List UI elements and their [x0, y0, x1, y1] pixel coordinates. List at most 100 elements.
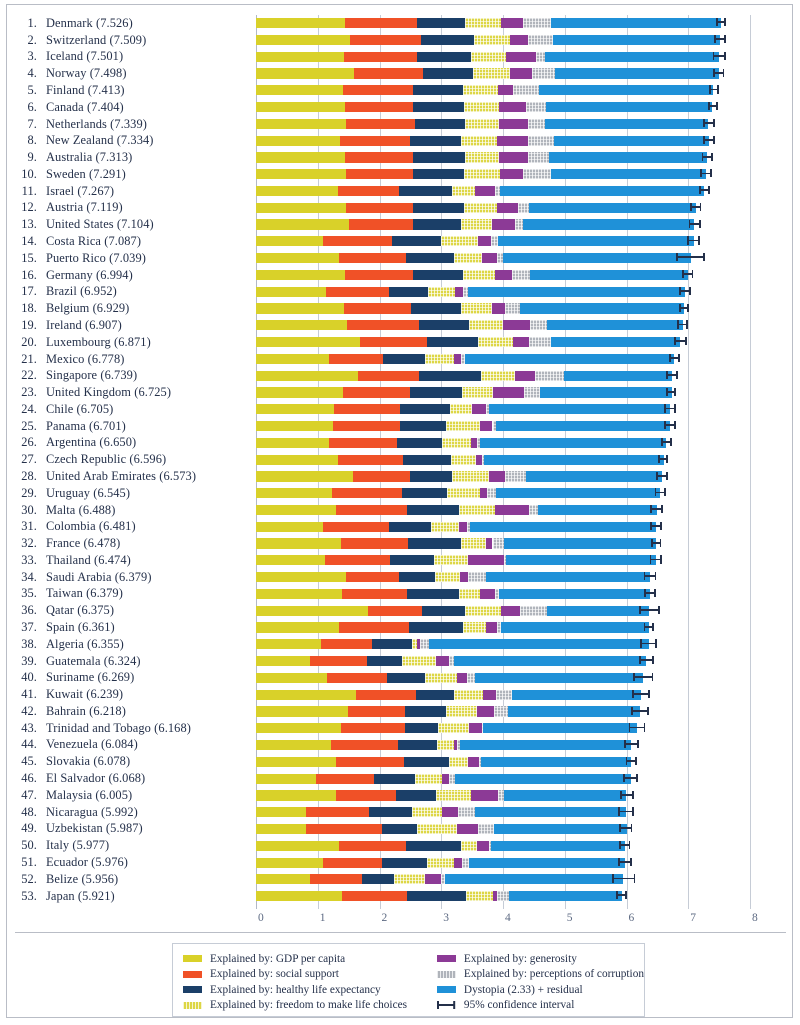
confidence-interval-cap-low — [639, 656, 641, 665]
legend-item: Explained by: freedom to make life choic… — [183, 998, 427, 1014]
confidence-interval-cap-high — [678, 353, 680, 363]
country-label-row: 51. Ecuador (5.976) — [7, 854, 256, 871]
confidence-interval-cap-high — [663, 488, 666, 497]
bar-segment-freedom — [464, 202, 498, 213]
confidence-interval-cap-high — [661, 505, 664, 514]
country-label-row: 53. Japan (5.921) — [7, 888, 256, 905]
bar-segment-gdp — [256, 118, 347, 129]
bar-segment-generosity — [460, 572, 469, 583]
bar-segment-generosity — [456, 672, 467, 683]
country-label-row: 23. United Kingdom (6.725) — [7, 384, 256, 401]
bar-segment-generosity — [425, 874, 441, 885]
bar-row — [256, 687, 750, 704]
bar-segment-freedom — [472, 68, 510, 79]
confidence-interval-cap-low — [676, 253, 679, 262]
country-label-row: 12. Austria (7.119) — [7, 200, 256, 217]
bar-segment-social — [333, 420, 401, 432]
country-label-row: 41. Kuwait (6.239) — [7, 686, 256, 703]
bar-segment-social — [345, 202, 413, 213]
bar-segment-gdp — [256, 101, 345, 113]
bar-segment-freedom — [461, 135, 497, 146]
bar-row — [256, 636, 750, 653]
bar-segment-dystopia — [500, 622, 649, 633]
confidence-interval-cap-low — [658, 454, 661, 463]
bar-segment-freedom — [435, 572, 461, 583]
confidence-interval-line — [640, 609, 660, 611]
country-name-and-score: Ecuador (5.976) — [46, 854, 129, 869]
country-name-and-score: Nicaragua (5.992) — [46, 804, 138, 819]
bar-segment-social — [339, 840, 407, 851]
country-label-row: 45. Slovakia (6.078) — [7, 753, 256, 770]
bar-segment-dystopia — [526, 471, 662, 482]
bar-row — [256, 804, 750, 821]
bar-segment-generosity — [499, 101, 526, 113]
country-name-and-score: Slovakia (6.078) — [46, 754, 131, 769]
bar-row — [256, 771, 750, 788]
bar-row — [256, 569, 750, 586]
bar-segment-freedom — [447, 488, 480, 499]
bar-segment-generosity — [489, 471, 506, 482]
country-rank: 53. — [21, 888, 37, 903]
bar-segment-gdp — [256, 68, 354, 79]
confidence-interval-cap-high — [654, 572, 657, 581]
bar-segment-health — [405, 706, 446, 717]
bar-segment-corruption — [457, 807, 476, 818]
bar-segment-health — [406, 840, 461, 851]
bar-segment-dystopia — [444, 874, 624, 885]
bar-segment-social — [306, 807, 369, 818]
bar-segment-dystopia — [508, 891, 622, 902]
confidence-interval-cap-high — [636, 773, 638, 782]
bar-segment-freedom — [461, 219, 492, 230]
bar-segment-health — [382, 353, 426, 364]
bar-segment-dystopia — [544, 118, 708, 129]
country-name-and-score: Taiwan (6.379) — [46, 586, 123, 601]
bar-segment-gdp — [256, 538, 342, 549]
bar-segment-health — [406, 588, 459, 600]
bar-segment-social — [352, 471, 410, 482]
country-name-and-score: United States (7.104) — [46, 217, 154, 232]
country-rank: 29. — [21, 485, 37, 500]
bar-segment-freedom — [427, 286, 455, 297]
bar-segment-social — [341, 588, 407, 600]
country-rank: 50. — [21, 838, 37, 853]
country-name-and-score: Italy (5.977) — [46, 838, 110, 853]
bar-segment-social — [347, 320, 419, 331]
bar-segment-corruption — [491, 236, 499, 247]
bar-segment-health — [372, 639, 412, 650]
bar-segment-dystopia — [544, 51, 720, 62]
bar-segment-corruption — [468, 572, 487, 583]
bar-segment-generosity — [442, 807, 458, 818]
legend-item: Explained by: healthy life expectancy — [183, 982, 427, 998]
country-label-row: 33. Thailand (6.474) — [7, 552, 256, 569]
confidence-interval-cap-high — [631, 807, 634, 816]
country-name-and-score: Japan (5.921) — [46, 888, 115, 903]
x-tick-label: 4 — [505, 912, 511, 924]
confidence-interval-cap-high — [637, 740, 640, 749]
country-name-and-score: Panama (6.701) — [46, 418, 126, 433]
legend-label: Explained by: social support — [210, 968, 339, 981]
confidence-interval-cap-high — [628, 840, 631, 850]
legend-label: Explained by: GDP per capita — [210, 952, 346, 965]
country-rank: 12. — [21, 200, 37, 215]
confidence-interval-cap-high — [666, 471, 669, 480]
country-rank: 3. — [27, 49, 37, 64]
confidence-interval-cap-high — [633, 874, 636, 883]
bar-segment-generosity — [494, 269, 513, 281]
country-name-and-score: Chile (6.705) — [46, 401, 114, 416]
x-tick-label: 6 — [628, 912, 635, 924]
bar-row — [256, 183, 750, 200]
bar-segment-health — [410, 303, 461, 314]
bar-segment-social — [341, 723, 405, 734]
country-name-and-score: Denmark (7.526) — [46, 15, 133, 30]
bar-segment-freedom — [446, 420, 481, 432]
bar-segment-gdp — [256, 723, 342, 734]
bar-segment-social — [350, 34, 421, 45]
country-name-and-score: Qatar (6.375) — [46, 603, 115, 618]
bar-segment-dystopia — [553, 34, 720, 45]
dystopia-swatch — [436, 986, 456, 994]
country-rank: 15. — [21, 250, 37, 265]
country-rank: 14. — [21, 234, 37, 249]
bar-segment-health — [427, 337, 478, 348]
confidence-interval-cap-high — [699, 202, 702, 212]
bar-segment-freedom — [473, 34, 511, 45]
